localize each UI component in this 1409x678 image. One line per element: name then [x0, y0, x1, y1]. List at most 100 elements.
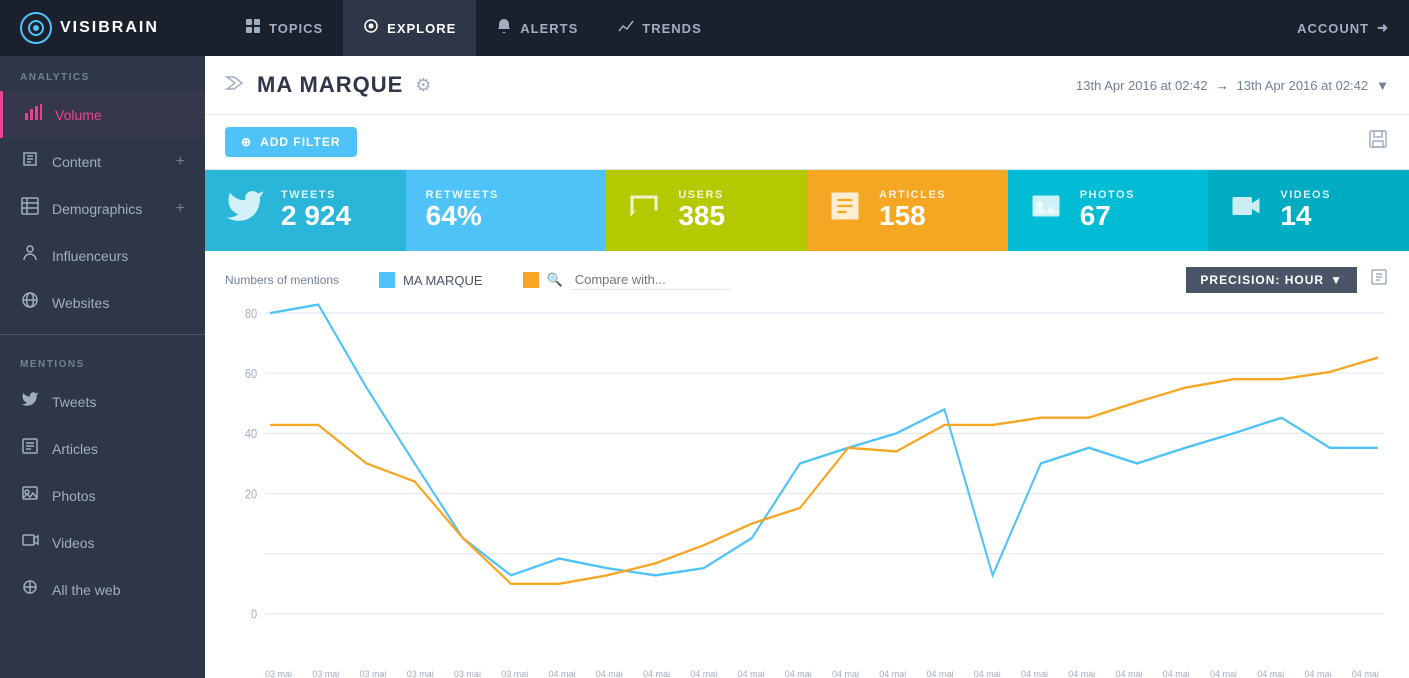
x-label-21: 04 mai15h	[1257, 669, 1284, 678]
x-label-3: 03 mai21h	[407, 669, 434, 678]
x-label-20: 04 mai14h	[1210, 669, 1237, 678]
stat-users-value: 385	[678, 201, 725, 232]
stat-videos-value: 14	[1280, 201, 1331, 232]
stat-photos-icon	[1028, 188, 1064, 233]
sidebar-item-websites[interactable]: Websites	[0, 279, 205, 326]
x-label-18: 04 mai12h	[1116, 669, 1143, 678]
stat-articles-value: 158	[879, 201, 946, 232]
svg-text:40: 40	[245, 426, 257, 441]
demographics-icon	[20, 197, 40, 220]
demographics-label: Demographics	[52, 201, 142, 217]
sidebar-item-articles[interactable]: Articles	[0, 425, 205, 472]
stat-tweets: TWEETS 2 924	[205, 170, 406, 251]
stat-videos: VIDEOS 14	[1208, 170, 1409, 251]
sidebar-item-all-web[interactable]: All the web	[0, 566, 205, 613]
all-web-label: All the web	[52, 582, 120, 598]
x-label-14: 04 mai08h	[927, 669, 954, 678]
stat-users: USERS 385	[606, 170, 807, 251]
x-label-9: 04 mai03h	[690, 669, 717, 678]
x-label-23: 04 mai17h	[1352, 669, 1379, 678]
add-filter-button[interactable]: ⊕ ADD FILTER	[225, 127, 357, 157]
explore-icon	[363, 18, 379, 39]
x-label-22: 04 mai16h	[1305, 669, 1332, 678]
logo-text: VISIBRAIN	[60, 19, 159, 37]
x-label-16: 04 mai10h	[1021, 669, 1048, 678]
x-label-4: 03 mai22h	[454, 669, 481, 678]
nav-account[interactable]: ACCOUNT ➜	[1297, 20, 1389, 36]
legend-label-1: MA MARQUE	[403, 273, 482, 288]
stat-tweets-value: 2 924	[281, 201, 351, 232]
influenceurs-icon	[20, 244, 40, 267]
chart-legend-series2: 🔍	[523, 270, 731, 290]
page-title: MA MARQUE	[257, 72, 403, 98]
x-label-10: 04 mai04h	[738, 669, 765, 678]
precision-dropdown-icon: ▼	[1330, 273, 1343, 287]
chart-legend-series1: MA MARQUE	[379, 272, 482, 288]
chart-svg: 80 60 40 20 0	[225, 301, 1389, 662]
stat-photos: PHOTOS 67	[1008, 170, 1209, 251]
nav-alerts-label: ALERTS	[520, 21, 578, 36]
stat-photos-value: 67	[1080, 201, 1135, 232]
account-arrow-icon: ➜	[1377, 20, 1389, 36]
demographics-add-icon[interactable]: +	[176, 200, 185, 218]
stat-photos-data: PHOTOS 67	[1080, 189, 1135, 232]
nav-topics-label: TOPICS	[269, 21, 323, 36]
chart-actions: PRECISION: HOUR ▼	[1186, 267, 1389, 293]
analytics-section-label: ANALYTICS	[0, 56, 205, 91]
x-label-19: 04 mai13h	[1163, 669, 1190, 678]
articles-icon	[20, 437, 40, 460]
search-icon-small: 🔍	[547, 272, 563, 288]
date-arrow-icon: →	[1216, 78, 1229, 93]
content-area: MA MARQUE ⚙ 13th Apr 2016 at 02:42 → 13t…	[205, 56, 1409, 678]
sidebar: ANALYTICS Volume Content + Demographics …	[0, 56, 205, 678]
date-range: 13th Apr 2016 at 02:42 → 13th Apr 2016 a…	[1076, 78, 1389, 93]
x-label-6: 04 mai00h	[549, 669, 576, 678]
sidebar-item-volume[interactable]: Volume	[0, 91, 205, 138]
sidebar-item-photos[interactable]: Photos	[0, 472, 205, 519]
legend-color-1	[379, 272, 395, 288]
volume-label: Volume	[55, 107, 102, 123]
svg-text:0: 0	[251, 607, 257, 622]
settings-icon[interactable]: ⚙	[415, 75, 431, 96]
date-dropdown-icon[interactable]: ▼	[1376, 78, 1389, 93]
content-add-icon[interactable]: +	[176, 153, 185, 171]
top-nav: VISIBRAIN TOPICS EXPLORE ALERTS TRENDS	[0, 0, 1409, 56]
chart-line-series2	[270, 358, 1378, 584]
sidebar-item-tweets[interactable]: Tweets	[0, 378, 205, 425]
chart-y-label: Numbers of mentions	[225, 273, 339, 287]
logo-icon	[20, 12, 52, 44]
content-header: MA MARQUE ⚙ 13th Apr 2016 at 02:42 → 13t…	[205, 56, 1409, 115]
export-icon[interactable]	[1369, 267, 1389, 293]
stat-retweets-value: 64%	[426, 201, 499, 232]
nav-topics[interactable]: TOPICS	[225, 0, 343, 56]
sidebar-item-videos[interactable]: Videos	[0, 519, 205, 566]
x-label-13: 04 mai07h	[879, 669, 906, 678]
title-tag-icon	[225, 75, 245, 96]
compare-input[interactable]	[571, 270, 731, 290]
sidebar-divider	[0, 334, 205, 335]
x-label-1: 03 mai19h	[312, 669, 339, 678]
nav-trends[interactable]: TRENDS	[598, 0, 721, 56]
precision-label: PRECISION: HOUR	[1200, 273, 1324, 287]
sidebar-item-demographics[interactable]: Demographics +	[0, 185, 205, 232]
svg-text:60: 60	[245, 366, 257, 381]
stat-videos-data: VIDEOS 14	[1280, 189, 1331, 232]
x-label-11: 04 mai05h	[785, 669, 812, 678]
chart-line-series1	[270, 305, 1378, 576]
tweets-label: Tweets	[52, 394, 96, 410]
sidebar-item-influenceurs[interactable]: Influenceurs	[0, 232, 205, 279]
sidebar-item-content[interactable]: Content +	[0, 138, 205, 185]
x-label-15: 04 mai09h	[974, 669, 1001, 678]
stats-row: TWEETS 2 924 RETWEETS 64% USERS 385	[205, 170, 1409, 251]
trends-icon	[618, 18, 634, 39]
articles-label: Articles	[52, 441, 98, 457]
save-button[interactable]	[1367, 128, 1389, 156]
nav-alerts[interactable]: ALERTS	[476, 0, 598, 56]
precision-button[interactable]: PRECISION: HOUR ▼	[1186, 267, 1357, 293]
stat-retweets: RETWEETS 64%	[406, 170, 607, 251]
x-label-12: 04 mai06h	[832, 669, 859, 678]
nav-explore[interactable]: EXPLORE	[343, 0, 476, 56]
stat-articles: ARTICLES 158	[807, 170, 1008, 251]
content-label: Content	[52, 154, 101, 170]
content-icon	[20, 150, 40, 173]
